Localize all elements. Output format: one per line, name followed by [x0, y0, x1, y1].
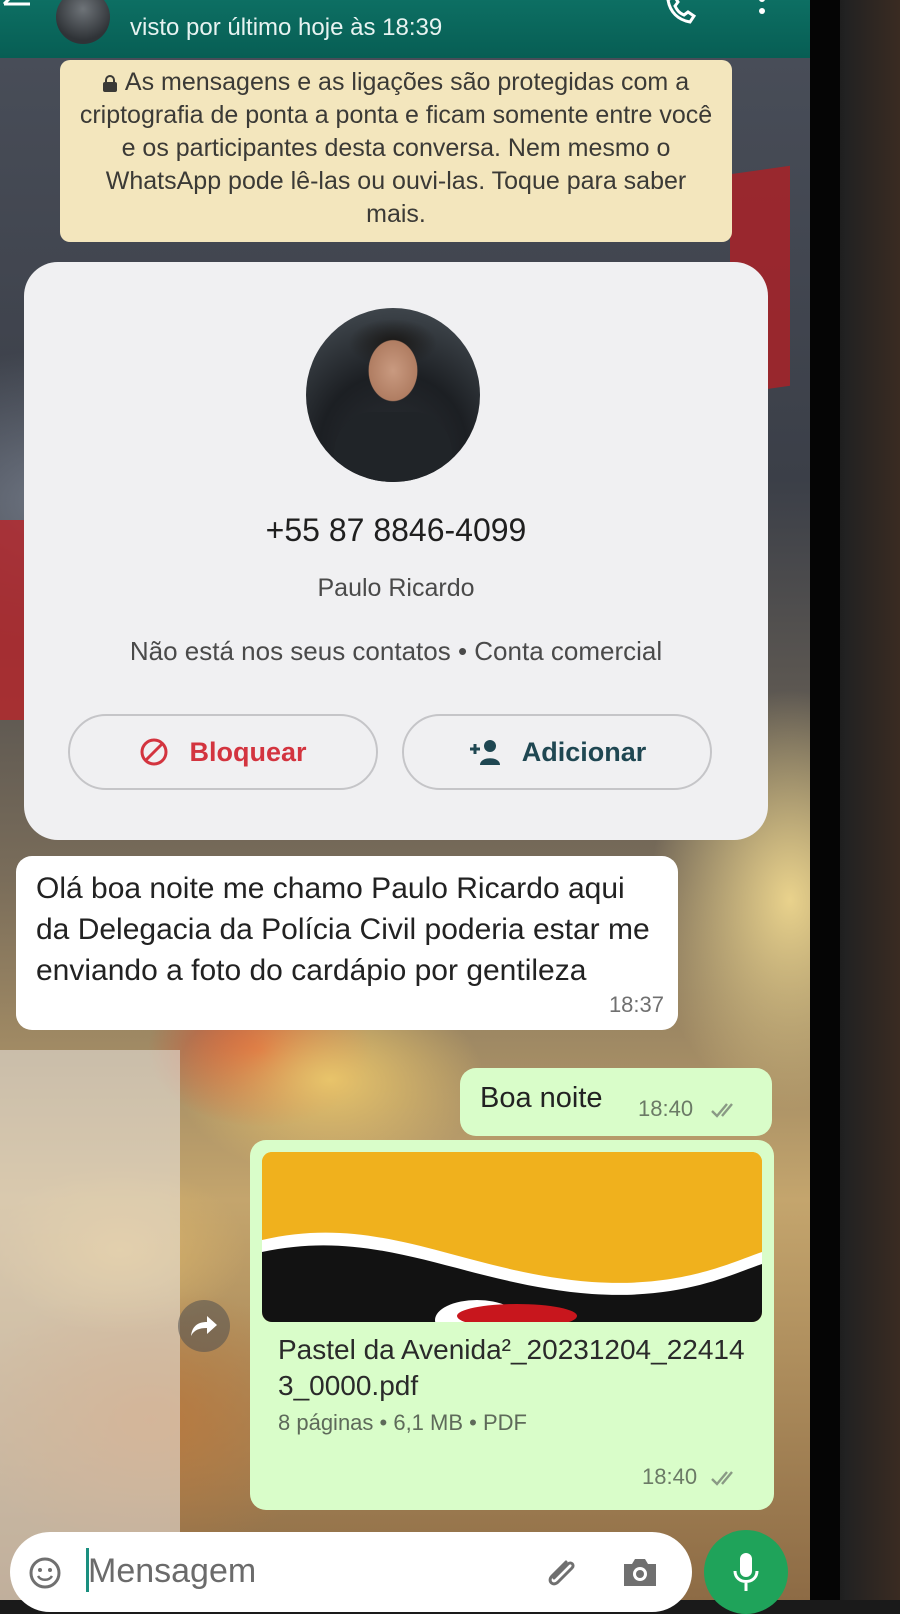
- contact-status: Não está nos seus contatos • Conta comer…: [129, 636, 663, 666]
- document-file-name: Pastel da Avenida²_20231204_224143_0000.…: [278, 1334, 745, 1401]
- document-preview[interactable]: [262, 1152, 762, 1322]
- block-button-label: Bloquear: [189, 736, 307, 767]
- avatar[interactable]: [56, 0, 110, 44]
- contact-phone: +55 87 8846-4099: [265, 512, 527, 548]
- block-icon: [140, 738, 168, 766]
- chat-header: visto por último hoje às 18:39: [0, 0, 810, 58]
- lock-icon: [102, 75, 117, 92]
- message-time: 18:37: [608, 992, 664, 1017]
- message-time: 18:40: [642, 1464, 698, 1489]
- document-message[interactable]: Pastel da Avenida²_20231204_224143_0000.…: [250, 1140, 774, 1510]
- contact-name: Paulo Ricardo: [317, 574, 475, 602]
- wallpaper-shape: [0, 1050, 180, 1600]
- last-seen-status[interactable]: visto por último hoje às 18:39: [130, 14, 442, 42]
- add-contact-icon: [469, 740, 500, 765]
- add-contact-button-label: Adicionar: [521, 736, 647, 767]
- double-check-icon: [711, 1471, 733, 1486]
- outgoing-message[interactable]: Boa noite 18:40: [460, 1068, 772, 1136]
- message-input[interactable]: Mensagem: [88, 1552, 256, 1591]
- document-meta: 8 páginas • 6,1 MB • PDF: [278, 1410, 527, 1435]
- contact-card: +55 87 8846-4099 Paulo Ricardo Não está …: [24, 262, 768, 840]
- message-time: 18:40: [638, 1096, 694, 1121]
- message-text: Boa noite: [480, 1082, 603, 1114]
- encryption-notice[interactable]: As mensagens e as ligações são protegida…: [60, 60, 732, 242]
- camera-icon[interactable]: [620, 1554, 660, 1590]
- message-text: Olá boa noite me chamo Paulo Ricardo aqu…: [36, 872, 650, 987]
- call-icon[interactable]: [662, 0, 702, 30]
- attach-icon[interactable]: [542, 1552, 582, 1592]
- forward-icon: [191, 1316, 217, 1336]
- block-button[interactable]: Bloquear: [68, 714, 378, 790]
- phone-bezel: [810, 0, 840, 1600]
- mic-button[interactable]: [704, 1530, 788, 1614]
- contact-photo[interactable]: [306, 308, 480, 482]
- screen-edge: [810, 0, 900, 1600]
- encryption-notice-text: As mensagens e as ligações são protegida…: [79, 68, 713, 228]
- menu-icon[interactable]: [752, 0, 772, 26]
- emoji-icon[interactable]: [28, 1556, 62, 1590]
- add-contact-button[interactable]: Adicionar: [402, 714, 712, 790]
- double-check-icon: [711, 1103, 733, 1118]
- incoming-message[interactable]: Olá boa noite me chamo Paulo Ricardo aqu…: [16, 856, 678, 1030]
- back-arrow-icon[interactable]: [0, 0, 40, 22]
- forward-button[interactable]: [178, 1300, 230, 1352]
- message-composer[interactable]: Mensagem: [10, 1532, 692, 1612]
- mic-icon: [733, 1553, 759, 1591]
